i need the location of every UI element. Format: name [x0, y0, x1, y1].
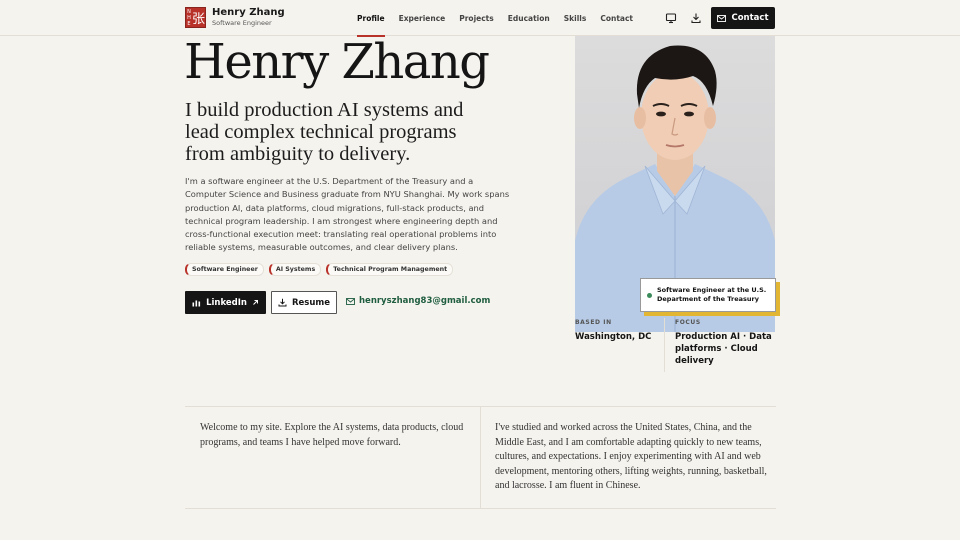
nav-projects[interactable]: Projects: [459, 0, 494, 36]
mail-icon: [717, 14, 727, 22]
download-icon[interactable]: [689, 11, 703, 25]
tag-tpm: Technical Program Management: [326, 263, 454, 276]
based-in-value: Washington, DC: [575, 332, 652, 342]
main-nav: Profile Experience Projects Education Sk…: [357, 0, 633, 37]
nav-skills[interactable]: Skills: [564, 0, 587, 36]
based-in: BASED IN Washington, DC: [575, 318, 663, 343]
hero-intro: I'm a software engineer at the U.S. Depa…: [185, 176, 510, 253]
contact-button[interactable]: Contact: [711, 7, 775, 29]
logo-seal: N H E 张: [185, 7, 206, 28]
nav-education[interactable]: Education: [508, 0, 550, 36]
hero-name: Henry Zhang: [184, 34, 490, 90]
photo-caption: Software Engineer at the U.S. Department…: [640, 278, 776, 312]
meta-divider: [664, 318, 665, 372]
mail-icon: [346, 297, 355, 305]
external-arrow-icon: [253, 300, 258, 305]
focus-value: Production AI · Data platforms · Cloud d…: [675, 332, 772, 366]
section-divider: [480, 406, 481, 509]
nav-contact[interactable]: Contact: [600, 0, 633, 36]
nav-experience[interactable]: Experience: [399, 0, 446, 36]
email-link[interactable]: henryszhang83@gmail.com: [346, 296, 490, 306]
status-dot: [647, 292, 652, 298]
based-in-label: BASED IN: [575, 319, 612, 326]
nav-profile[interactable]: Profile: [357, 0, 385, 37]
brand-role: Software Engineer: [212, 19, 272, 27]
tag-software-engineer: Software Engineer: [185, 263, 264, 276]
chart-bars-icon: [192, 300, 201, 307]
brand-name: Henry Zhang: [212, 7, 285, 18]
linkedin-button[interactable]: LinkedIn: [185, 291, 266, 314]
resume-button[interactable]: Resume: [271, 291, 337, 314]
welcome-text: Welcome to my site. Explore the AI syste…: [200, 422, 464, 448]
hero-tagline: I build production AI systems and lead c…: [185, 99, 464, 165]
tag-ai-systems: AI Systems: [268, 263, 322, 276]
brand[interactable]: N H E 张 Henry Zhang Software Engineer: [185, 7, 285, 28]
focus: FOCUS Production AI · Data platforms · C…: [675, 318, 775, 367]
focus-label: FOCUS: [675, 319, 701, 326]
monitor-icon[interactable]: [664, 11, 678, 25]
tag-list: Software Engineer AI Systems Technical P…: [185, 263, 454, 276]
about-text: I've studied and worked across the Unite…: [495, 422, 767, 491]
site-header: N H E 张 Henry Zhang Software Engineer Pr…: [0, 0, 960, 37]
download-icon: [278, 298, 287, 307]
